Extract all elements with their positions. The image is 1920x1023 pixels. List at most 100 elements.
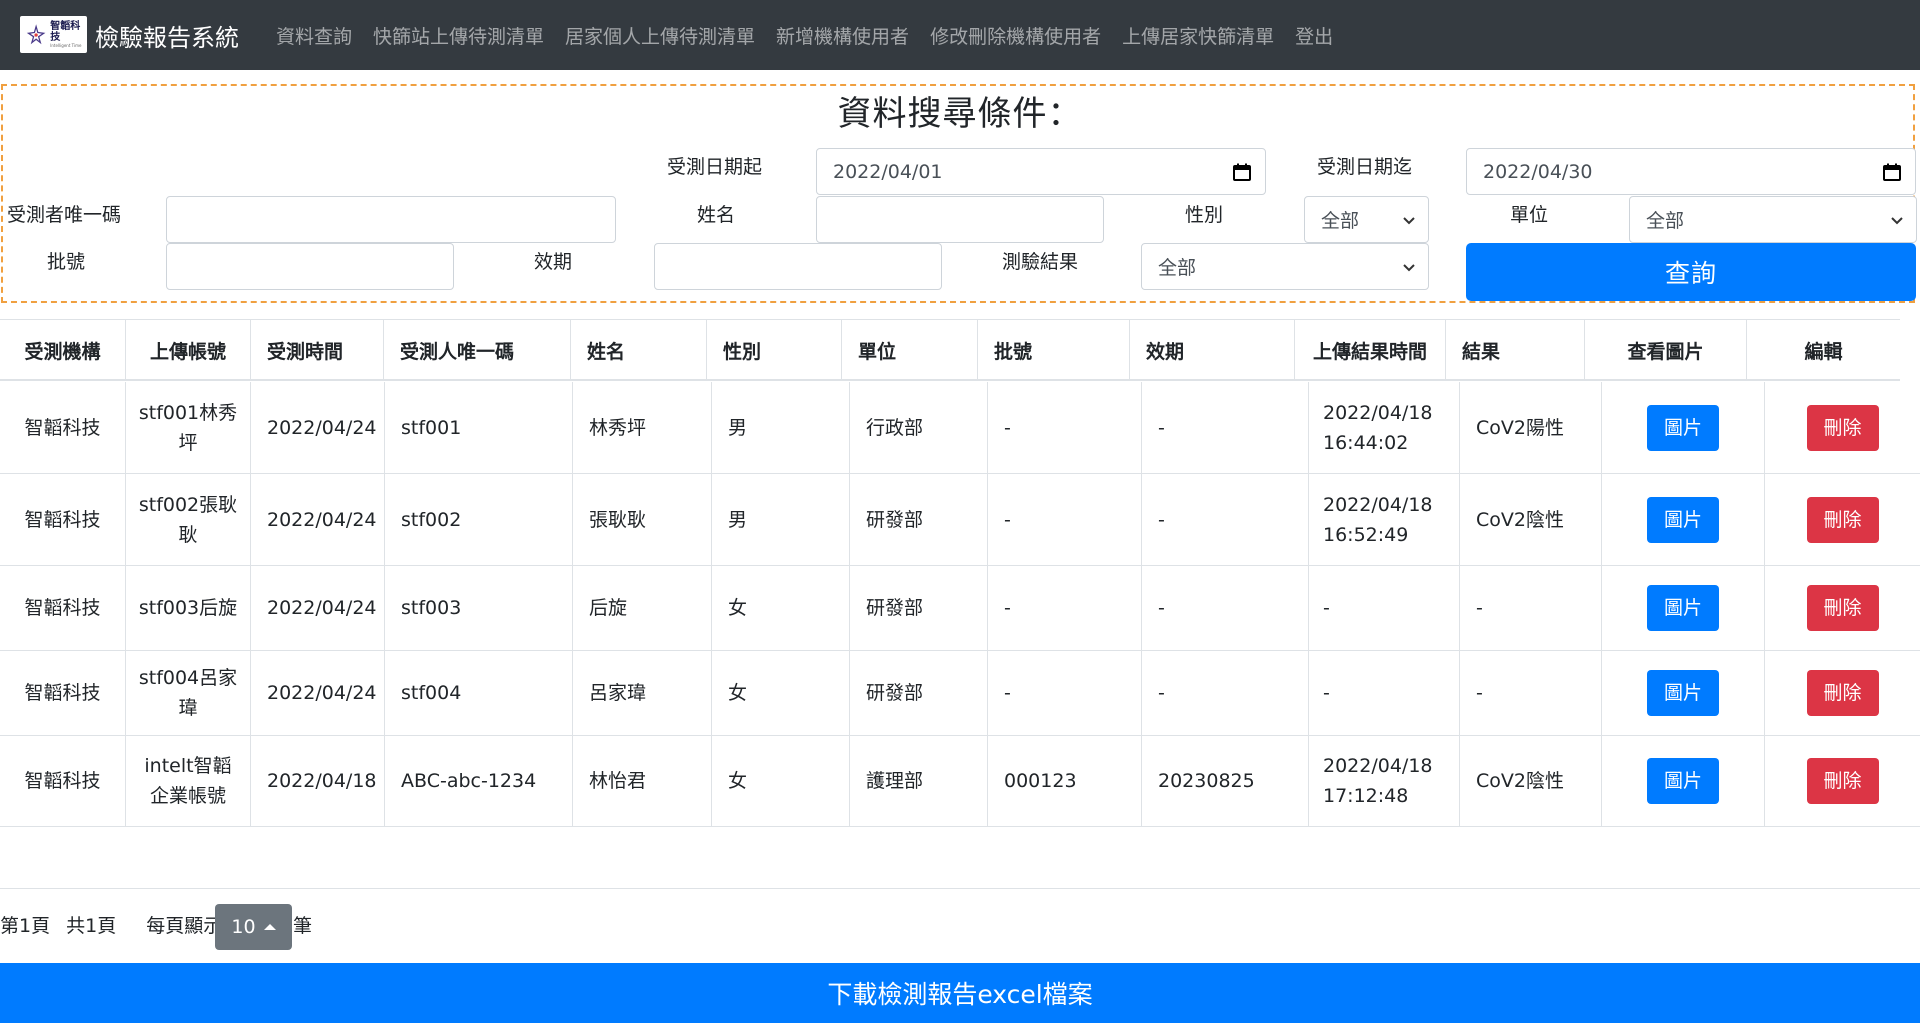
date-from-input[interactable]: 2022/04/01 [816,148,1266,195]
cell-time: 2022/04/18 [251,736,385,826]
total-pages: 共1頁 [66,915,117,937]
th-account[interactable]: 上傳帳號 [126,320,251,380]
gender-select[interactable]: 全部 [1304,196,1429,243]
calendar-icon[interactable] [1883,163,1901,181]
chevron-down-icon [1891,216,1903,224]
date-to-input[interactable]: 2022/04/30 [1466,148,1916,195]
cell-account: intelt智韜企業帳號 [126,736,251,826]
query-button[interactable]: 查詢 [1466,243,1916,301]
result-select[interactable]: 全部 [1141,243,1429,290]
cell-batch: - [988,382,1142,473]
th-expiry[interactable]: 效期 [1130,320,1295,380]
date-to-label: 受測日期迄 [1317,156,1413,178]
uid-input[interactable] [166,196,616,243]
cell-uid: stf002 [385,474,573,565]
pagination-info: 第1頁 共1頁 每頁顯示 [0,911,222,938]
cell-unit: 研發部 [850,566,988,650]
table-row: 智韜科技 intelt智韜企業帳號 2022/04/18 ABC-abc-123… [0,736,1920,827]
expiry-input[interactable] [654,243,942,290]
download-excel-button[interactable]: 下載檢測報告excel檔案 [0,963,1920,1023]
delete-button[interactable]: 刪除 [1806,404,1879,451]
calendar-icon[interactable] [1233,163,1251,181]
delete-button[interactable]: 刪除 [1806,496,1879,543]
delete-button[interactable]: 刪除 [1806,758,1879,804]
unit-label: 單位 [1510,204,1549,226]
cell-uid: ABC-abc-1234 [385,736,573,826]
th-org[interactable]: 受測機構 [0,320,126,380]
cell-time: 2022/04/24 [251,566,385,650]
th-batch[interactable]: 批號 [978,320,1130,380]
delete-button[interactable]: 刪除 [1806,585,1879,631]
nav-link-add-user[interactable]: 新增機構使用者 [776,22,909,49]
cell-upload-time: 2022/04/18 16:44:02 [1309,382,1460,473]
date-from-label: 受測日期起 [667,156,763,178]
cell-expiry: - [1142,566,1309,650]
cell-upload-time: - [1309,566,1460,650]
cell-org: 智韜科技 [0,736,126,826]
cell-upload-time: - [1309,651,1460,735]
view-image-button[interactable]: 圖片 [1647,758,1719,804]
nav-link-edit-user[interactable]: 修改刪除機構使用者 [930,22,1101,49]
th-uid[interactable]: 受測人唯一碼 [384,320,571,380]
cell-edit: 刪除 [1765,736,1920,826]
nav-link-upload-home-list[interactable]: 上傳居家快篩清單 [1122,22,1274,49]
nav-link-logout[interactable]: 登出 [1295,22,1333,49]
table-row: 智韜科技 stf003后旋 2022/04/24 stf003 后旋 女 研發部… [0,566,1920,651]
th-view-image[interactable]: 查看圖片 [1585,320,1747,380]
view-image-button[interactable]: 圖片 [1647,670,1719,716]
cell-name: 林怡君 [573,736,712,826]
date-from-value: 2022/04/01 [833,160,943,183]
cell-upload-time: 2022/04/18 17:12:48 [1309,736,1460,826]
cell-result: CoV2陰性 [1460,736,1602,826]
logo-text: 智韜科技 [50,20,81,43]
view-image-button[interactable]: 圖片 [1647,404,1719,451]
cell-view-image: 圖片 [1602,566,1765,650]
nav-link-home-upload[interactable]: 居家個人上傳待測清單 [565,22,755,49]
th-edit[interactable]: 編輯 [1747,320,1900,380]
th-unit[interactable]: 單位 [842,320,978,380]
cell-edit: 刪除 [1765,474,1920,565]
cell-gender: 女 [712,651,850,735]
view-image-button[interactable]: 圖片 [1647,585,1719,631]
view-image-button[interactable]: 圖片 [1647,496,1719,543]
cell-name: 張耿耿 [573,474,712,565]
cell-gender: 男 [712,474,850,565]
nav-link-data-query[interactable]: 資料查詢 [276,22,352,49]
th-name[interactable]: 姓名 [571,320,707,380]
cell-view-image: 圖片 [1602,651,1765,735]
nav-link-station-upload[interactable]: 快篩站上傳待測清單 [373,22,544,49]
cell-edit: 刪除 [1765,651,1920,735]
th-time[interactable]: 受測時間 [251,320,384,380]
th-result[interactable]: 結果 [1446,320,1585,380]
cell-gender: 女 [712,736,850,826]
cell-batch: - [988,474,1142,565]
th-gender[interactable]: 性別 [707,320,842,380]
cell-batch: - [988,651,1142,735]
company-logo[interactable]: 智韜科技 Intelligent Time [20,16,87,53]
cell-result: CoV2陰性 [1460,474,1602,565]
result-select-value: 全部 [1158,257,1197,279]
gender-label: 性別 [1185,204,1224,226]
cell-account: stf003后旋 [126,566,251,650]
delete-button[interactable]: 刪除 [1806,670,1879,716]
cell-gender: 女 [712,566,850,650]
unit-select[interactable]: 全部 [1629,196,1917,243]
batch-label: 批號 [47,251,86,273]
name-input[interactable] [816,196,1104,243]
cell-batch: - [988,566,1142,650]
page-size-dropdown[interactable]: 10 [215,904,292,950]
th-upload-time[interactable]: 上傳結果時間 [1295,320,1446,380]
search-title: 資料搜尋條件： [837,94,1083,134]
brand-title[interactable]: 檢驗報告系統 [95,18,239,53]
cell-batch: 000123 [988,736,1142,826]
caret-up-icon [263,924,276,930]
cell-org: 智韜科技 [0,474,126,565]
cell-gender: 男 [712,382,850,473]
table-row: 智韜科技 stf002張耿耿 2022/04/24 stf002 張耿耿 男 研… [0,474,1920,566]
per-page-label: 每頁顯示 [146,915,223,937]
top-navbar: 智韜科技 Intelligent Time 檢驗報告系統 資料查詢 快篩站上傳待… [0,0,1920,70]
batch-input[interactable] [166,243,454,290]
chevron-down-icon [1403,263,1415,271]
cell-expiry: 20230825 [1142,736,1309,826]
date-to-value: 2022/04/30 [1483,160,1593,183]
